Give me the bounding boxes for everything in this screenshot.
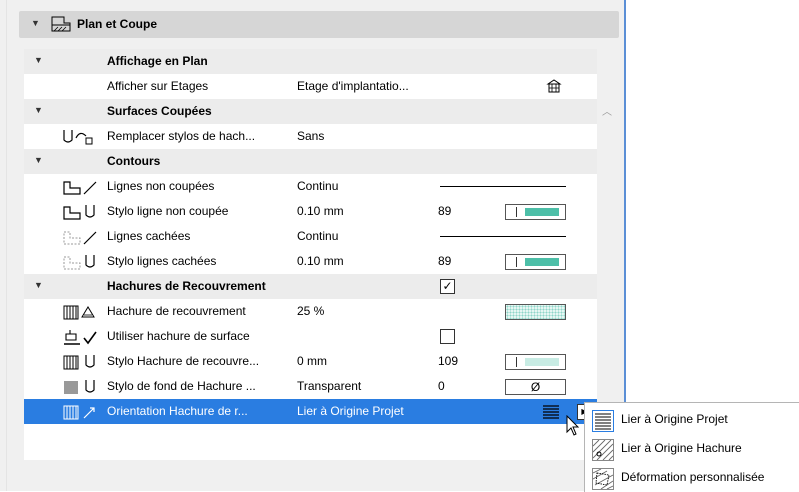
fill-origin-icon [592, 439, 614, 461]
group-checkbox[interactable]: ✓ [440, 279, 455, 294]
collapse-triangle-icon[interactable]: ▼ [34, 105, 43, 115]
uncut-lines-icon [62, 178, 102, 196]
project-origin-icon [542, 404, 560, 423]
hidden-lines-icon [62, 228, 102, 246]
row-label: Lignes non coupées [107, 179, 215, 193]
pen-override-icon [62, 128, 102, 146]
collapse-triangle-icon[interactable]: ▼ [34, 155, 43, 165]
row-label: Stylo Hachure de recouvre... [107, 354, 260, 368]
row-value[interactable]: Lier à Origine Projet [297, 404, 404, 418]
row-value: Transparent [297, 379, 362, 393]
collapse-triangle-icon[interactable]: ▼ [34, 280, 43, 290]
row-value[interactable]: Sans [297, 129, 324, 143]
pen-color-swatch[interactable] [505, 254, 566, 270]
settings-panel: ▼ Plan et Coupe ︿ ▼ Affichage en Plan Af… [7, 0, 624, 491]
pen-number[interactable]: 89 [438, 204, 451, 218]
mouse-cursor-icon [566, 414, 580, 440]
fill-orientation-icon [62, 403, 102, 421]
menu-item-origine-projet[interactable]: Lier à Origine Projet [585, 405, 799, 434]
pen-color-swatch[interactable] [505, 354, 566, 370]
row-label: Lignes cachées [107, 229, 191, 243]
group-affichage-en-plan[interactable]: ▼ Affichage en Plan [24, 49, 597, 74]
row-stylo-lignes-cachees[interactable]: Stylo lignes cachées 0.10 mm 89 [24, 249, 597, 274]
fill-pattern-swatch[interactable] [505, 304, 566, 320]
group-hachures-recouvrement[interactable]: ▼ Hachures de Recouvrement ✓ [24, 274, 597, 299]
row-label: Utiliser hachure de surface [107, 329, 250, 343]
pen-color-swatch[interactable] [505, 204, 566, 220]
row-value[interactable]: 25 % [297, 304, 324, 318]
row-label: Hachure de recouvrement [107, 304, 246, 318]
group-title: Hachures de Recouvrement [107, 279, 266, 293]
orientation-dropdown-menu: Lier à Origine Projet Lier à Origine Hac… [584, 402, 799, 492]
line-type-sample[interactable] [440, 236, 566, 237]
group-title: Contours [107, 154, 161, 168]
row-utiliser-hachure[interactable]: Utiliser hachure de surface [24, 324, 597, 349]
row-lignes-cachees[interactable]: Lignes cachées Continu [24, 224, 597, 249]
fill-pen-icon [62, 353, 102, 371]
collapse-triangle-icon[interactable]: ▼ [31, 18, 40, 28]
scroll-up-icon[interactable]: ︿ [602, 103, 612, 118]
row-label: Stylo de fond de Hachure ... [107, 379, 256, 393]
row-value[interactable]: Etage d'implantatio... [297, 79, 409, 93]
row-value[interactable]: Continu [297, 179, 338, 193]
row-label: Afficher sur Etages [107, 79, 209, 93]
property-list: ︿ ▼ Affichage en Plan Afficher sur Etage… [24, 49, 612, 460]
surface-fill-icon [62, 328, 102, 346]
row-label: Remplacer stylos de hach... [107, 129, 256, 143]
cover-fill-icon [62, 303, 102, 321]
background-pen-icon [62, 378, 102, 396]
project-origin-icon [592, 410, 614, 432]
menu-item-label: Déformation personnalisée [621, 470, 765, 484]
row-label: Orientation Hachure de r... [107, 404, 248, 418]
section-title: Plan et Coupe [77, 17, 158, 31]
row-label: Stylo lignes cachées [107, 254, 217, 268]
building-icon[interactable] [546, 78, 562, 97]
section-header-plan-coupe[interactable]: ▼ Plan et Coupe [19, 11, 619, 38]
row-label: Stylo ligne non coupée [107, 204, 229, 218]
row-afficher-sur-etages[interactable]: Afficher sur Etages Etage d'implantatio.… [24, 74, 597, 99]
collapse-triangle-icon[interactable]: ▼ [34, 55, 43, 65]
row-value: 0 mm [297, 354, 327, 368]
menu-item-deformation[interactable]: Déformation personnalisée [585, 463, 799, 492]
group-title: Affichage en Plan [107, 54, 208, 68]
left-edge-strip [0, 0, 7, 491]
use-surface-fill-checkbox[interactable] [440, 329, 455, 344]
menu-item-origine-hachure[interactable]: Lier à Origine Hachure [585, 434, 799, 463]
plan-section-icon [50, 15, 72, 36]
menu-item-label: Lier à Origine Projet [621, 412, 728, 426]
row-stylo-ligne-non-coupee[interactable]: Stylo ligne non coupée 0.10 mm 89 [24, 199, 597, 224]
row-hachure-recouvrement[interactable]: Hachure de recouvrement 25 % [24, 299, 597, 324]
row-value: 0.10 mm [297, 204, 344, 218]
custom-distortion-icon [592, 468, 614, 490]
row-lignes-non-coupees[interactable]: Lignes non coupées Continu [24, 174, 597, 199]
hidden-pen-icon [62, 253, 102, 271]
pen-number[interactable]: 0 [438, 379, 445, 393]
group-contours[interactable]: ▼ Contours [24, 149, 597, 174]
row-value[interactable]: Continu [297, 229, 338, 243]
menu-item-label: Lier à Origine Hachure [621, 441, 742, 455]
pen-number[interactable]: 89 [438, 254, 451, 268]
group-title: Surfaces Coupées [107, 104, 212, 118]
line-type-sample[interactable] [440, 186, 566, 187]
row-remplacer-stylos[interactable]: Remplacer stylos de hach... Sans [24, 124, 597, 149]
row-stylo-fond[interactable]: Stylo de fond de Hachure ... Transparent… [24, 374, 597, 399]
pen-number[interactable]: 109 [438, 354, 458, 368]
group-surfaces-coupees[interactable]: ▼ Surfaces Coupées [24, 99, 597, 124]
row-stylo-hachure[interactable]: Stylo Hachure de recouvre... 0 mm 109 [24, 349, 597, 374]
row-value: 0.10 mm [297, 254, 344, 268]
row-orientation-hachure[interactable]: Orientation Hachure de r... Lier à Origi… [24, 399, 597, 424]
uncut-pen-icon [62, 203, 102, 221]
transparent-swatch[interactable]: Ø [505, 379, 566, 395]
